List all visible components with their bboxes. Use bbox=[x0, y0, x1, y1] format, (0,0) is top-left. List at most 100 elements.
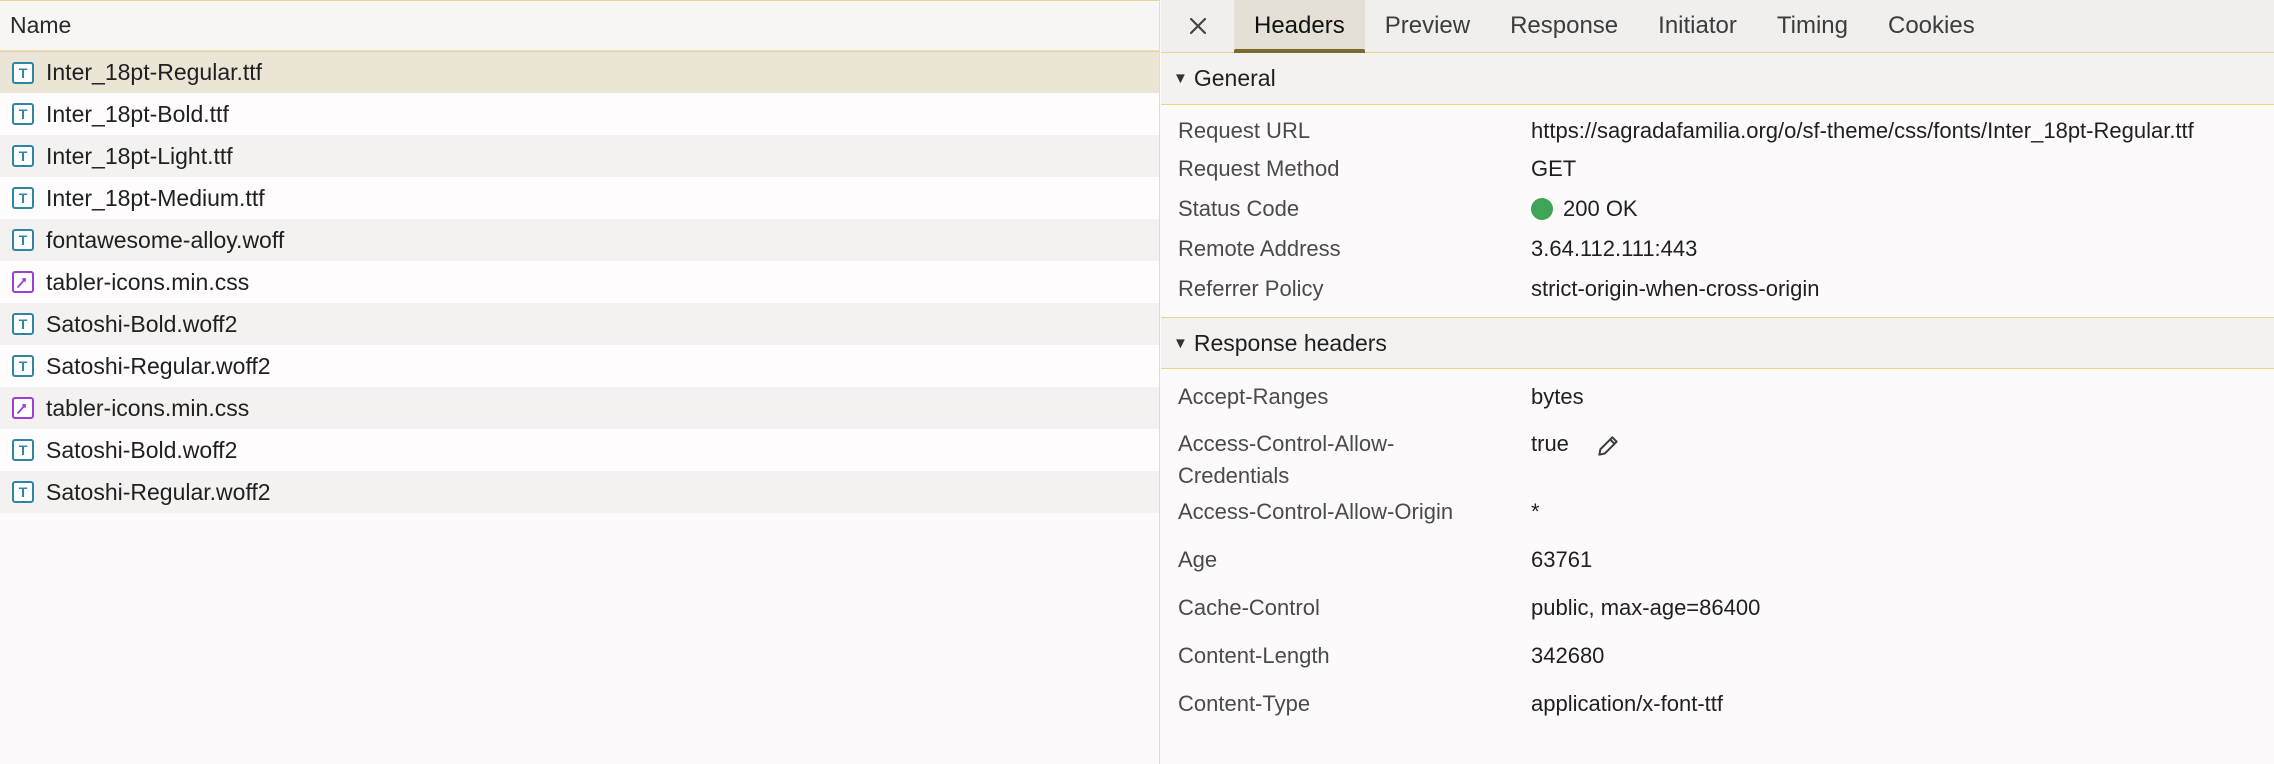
header-value[interactable]: 3.64.112.111:443 bbox=[1531, 233, 2231, 265]
header-value[interactable]: GET bbox=[1531, 153, 2231, 185]
header-value[interactable]: bytes bbox=[1531, 381, 2231, 413]
header-row: Age 63761 bbox=[1161, 544, 2274, 576]
status-text: 200 OK bbox=[1563, 196, 1638, 221]
header-key: Request Method bbox=[1178, 156, 1340, 181]
tab-label: Preview bbox=[1384, 12, 1471, 39]
header-row: Accept-Ranges bytes bbox=[1161, 381, 2274, 413]
request-row[interactable]: T Satoshi-Regular.woff2 bbox=[0, 345, 1159, 387]
request-row[interactable]: T Satoshi-Regular.woff2 bbox=[0, 471, 1159, 513]
header-row: Remote Address 3.64.112.111:443 bbox=[1161, 233, 2274, 265]
expand-triangle-icon: ▼ bbox=[1173, 334, 1188, 352]
response-headers-section: Accept-Ranges bytes Access-Control-Allow… bbox=[1161, 369, 2274, 720]
header-value[interactable]: 342680 bbox=[1531, 640, 2231, 672]
header-key: Age bbox=[1178, 547, 1218, 572]
close-details-button[interactable] bbox=[1161, 0, 1234, 52]
header-value-text: true bbox=[1531, 431, 1569, 456]
name-column-label: Name bbox=[10, 12, 72, 38]
header-value[interactable]: application/x-font-ttf bbox=[1531, 688, 2231, 720]
tab-label: Cookies bbox=[1887, 12, 1975, 39]
request-row[interactable]: T Inter_18pt-Light.ttf bbox=[0, 135, 1159, 177]
font-file-icon: T bbox=[12, 481, 34, 503]
header-row: Request URL https://sagradafamilia.org/o… bbox=[1161, 115, 2274, 147]
header-row: Content-Length 342680 bbox=[1161, 640, 2274, 672]
status-ok-icon bbox=[1531, 198, 1553, 220]
pencil-icon[interactable] bbox=[1595, 433, 1621, 459]
tab-headers[interactable]: Headers bbox=[1234, 0, 1365, 53]
header-key: Remote Address bbox=[1178, 236, 1341, 261]
request-row[interactable]: tabler-icons.min.css bbox=[0, 261, 1159, 303]
expand-triangle-icon: ▼ bbox=[1173, 70, 1188, 87]
tab-label: Headers bbox=[1254, 12, 1345, 39]
close-icon bbox=[1189, 17, 1206, 35]
request-name: Inter_18pt-Light.ttf bbox=[46, 142, 233, 169]
request-name: tabler-icons.min.css bbox=[46, 268, 250, 295]
status-code-value[interactable]: 200 OK bbox=[1531, 193, 2231, 225]
font-file-icon: T bbox=[12, 145, 34, 167]
font-file-icon: T bbox=[12, 229, 34, 251]
section-title: General bbox=[1193, 65, 1276, 91]
header-key: Content-Length bbox=[1178, 643, 1330, 668]
header-row: Content-Type application/x-font-ttf bbox=[1161, 688, 2274, 720]
request-name: Satoshi-Bold.woff2 bbox=[46, 436, 238, 463]
stylesheet-file-icon bbox=[12, 271, 34, 293]
header-row: Status Code 200 OK bbox=[1161, 193, 2274, 225]
tab-timing[interactable]: Timing bbox=[1757, 0, 1868, 52]
stylesheet-file-icon bbox=[12, 397, 34, 419]
tab-label: Timing bbox=[1776, 12, 1848, 39]
request-row[interactable]: T fontawesome-alloy.woff bbox=[0, 219, 1159, 261]
font-file-icon: T bbox=[12, 61, 34, 84]
request-details-pane: Headers Preview Response Initiator Timin… bbox=[1161, 0, 2274, 764]
request-row[interactable]: T Satoshi-Bold.woff2 bbox=[0, 429, 1159, 471]
font-file-icon: T bbox=[12, 187, 34, 209]
header-value[interactable]: strict-origin-when-cross-origin bbox=[1531, 273, 2231, 305]
header-key: Accept-Ranges bbox=[1178, 384, 1329, 409]
tab-label: Initiator bbox=[1658, 12, 1737, 39]
font-file-icon: T bbox=[12, 103, 34, 125]
header-value[interactable]: public, max-age=86400 bbox=[1531, 592, 2231, 624]
header-row: Request Method GET bbox=[1161, 153, 2274, 185]
font-file-icon: T bbox=[12, 313, 34, 335]
font-file-icon: T bbox=[12, 355, 34, 377]
header-key: Content-Type bbox=[1178, 691, 1311, 716]
request-url-value[interactable]: https://sagradafamilia.org/o/sf-theme/cs… bbox=[1531, 115, 2231, 147]
tab-response[interactable]: Response bbox=[1490, 0, 1638, 52]
request-row[interactable]: T Inter_18pt-Regular.ttf bbox=[0, 51, 1159, 93]
response-headers-section-header[interactable]: ▼ Response headers bbox=[1161, 317, 2274, 369]
request-name: Inter_18pt-Bold.ttf bbox=[46, 100, 229, 127]
header-value[interactable]: * bbox=[1531, 496, 2231, 528]
tab-initiator[interactable]: Initiator bbox=[1638, 0, 1757, 52]
request-list: Name T Inter_18pt-Regular.ttf T Inter_18… bbox=[0, 0, 1160, 764]
request-name: tabler-icons.min.css bbox=[46, 394, 250, 421]
header-key: Cache-Control bbox=[1178, 595, 1320, 620]
request-name: Inter_18pt-Regular.ttf bbox=[46, 59, 263, 85]
header-key: Referrer Policy bbox=[1178, 276, 1324, 301]
general-section-header[interactable]: ▼ General bbox=[1161, 53, 2274, 105]
details-tab-bar: Headers Preview Response Initiator Timin… bbox=[1161, 0, 2274, 53]
request-row[interactable]: T Inter_18pt-Medium.ttf bbox=[0, 177, 1159, 219]
request-name: Satoshi-Bold.woff2 bbox=[46, 310, 238, 337]
tab-cookies[interactable]: Cookies bbox=[1868, 0, 1995, 52]
header-row: Referrer Policy strict-origin-when-cross… bbox=[1161, 273, 2274, 305]
section-title: Response headers bbox=[1193, 329, 1387, 356]
name-column-header[interactable]: Name bbox=[0, 0, 1159, 51]
font-file-icon: T bbox=[12, 439, 34, 461]
request-name: fontawesome-alloy.woff bbox=[46, 226, 285, 253]
request-row[interactable]: tabler-icons.min.css bbox=[0, 387, 1159, 429]
header-key: Request URL bbox=[1178, 118, 1311, 143]
header-key: Status Code bbox=[1178, 196, 1300, 221]
header-value[interactable]: true bbox=[1531, 428, 2231, 492]
request-name: Satoshi-Regular.woff2 bbox=[46, 352, 271, 379]
header-row: Cache-Control public, max-age=86400 bbox=[1161, 592, 2274, 624]
request-row[interactable]: T Inter_18pt-Bold.ttf bbox=[0, 93, 1159, 135]
header-row: Access-Control-Allow-Origin * bbox=[1161, 496, 2274, 528]
header-value[interactable]: 63761 bbox=[1531, 544, 2231, 576]
general-section: Request URL https://sagradafamilia.org/o… bbox=[1161, 105, 2274, 305]
request-row[interactable]: T Satoshi-Bold.woff2 bbox=[0, 303, 1159, 345]
header-row: Access-Control-Allow-Credentials true bbox=[1161, 428, 2274, 492]
request-name: Satoshi-Regular.woff2 bbox=[46, 478, 271, 505]
header-key: Access-Control-Allow-Origin bbox=[1178, 499, 1454, 524]
header-key: Access-Control-Allow-Credentials bbox=[1178, 431, 1395, 488]
request-name: Inter_18pt-Medium.ttf bbox=[46, 184, 265, 211]
tab-preview[interactable]: Preview bbox=[1365, 0, 1490, 52]
tab-label: Response bbox=[1510, 12, 1619, 39]
